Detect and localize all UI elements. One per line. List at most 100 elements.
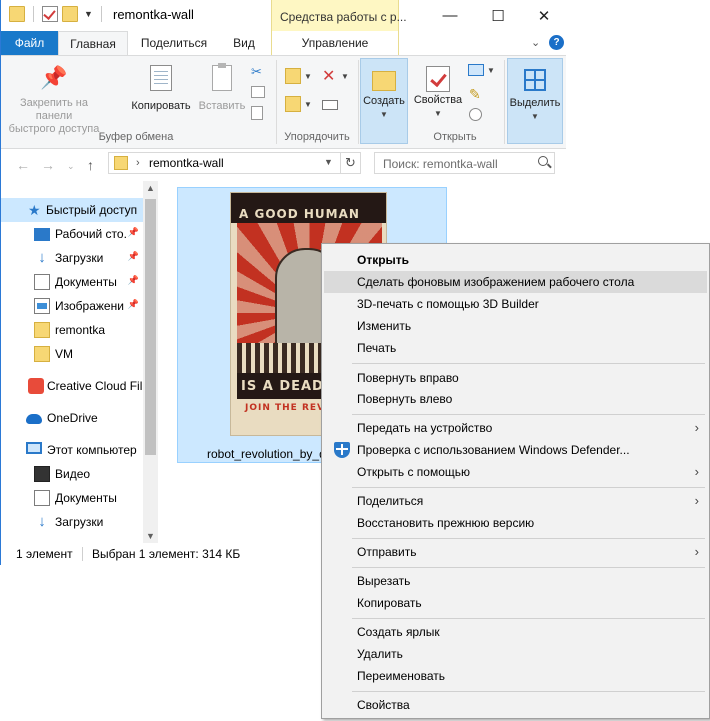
- menu-item-open-with[interactable]: Открыть с помощью ›: [324, 461, 707, 483]
- history-icon[interactable]: [469, 108, 482, 121]
- chevron-right-icon[interactable]: ›: [136, 157, 140, 169]
- nav-item-desktop[interactable]: Рабочий сто. 📌: [1, 222, 143, 246]
- nav-item-label: Creative Cloud Fil: [47, 379, 143, 393]
- tab-file[interactable]: Файл: [1, 31, 58, 55]
- pin-quick-access-button[interactable]: 📌 Закрепить на панели быстрого доступа: [7, 62, 101, 136]
- nav-item-label: Загрузки: [55, 251, 104, 265]
- menu-item-open[interactable]: Открыть: [324, 249, 707, 271]
- edit-icon[interactable]: ✎: [469, 86, 485, 102]
- address-path[interactable]: remontka-wall: [149, 156, 224, 170]
- copy-path-icon[interactable]: [251, 86, 265, 98]
- open-group-label: Открыть: [433, 131, 477, 143]
- menu-item-print[interactable]: Печать: [324, 337, 707, 359]
- cut-icon[interactable]: ✂: [251, 64, 267, 80]
- nav-scrollbar[interactable]: ▲ ▼: [143, 181, 158, 543]
- copy-button[interactable]: Копировать: [127, 62, 195, 113]
- nav-item-quick-access[interactable]: ★ Быстрый доступ: [1, 198, 143, 222]
- move-to-icon[interactable]: [285, 68, 301, 84]
- nav-item-downloads[interactable]: ↓ Загрузки 📌: [1, 246, 143, 270]
- forward-arrow-icon[interactable]: →: [41, 157, 55, 173]
- selection-info: Выбран 1 элемент: 314 КБ: [92, 547, 241, 561]
- nav-item-creative-cloud[interactable]: Creative Cloud Fil: [1, 374, 143, 398]
- new-folder-icon[interactable]: [62, 6, 78, 22]
- nav-item-pictures[interactable]: Изображени 📌: [1, 294, 143, 318]
- scrollbar-thumb[interactable]: [145, 199, 156, 455]
- tab-manage[interactable]: Управление: [271, 31, 399, 55]
- ribbon-collapse-icon[interactable]: ⌄: [531, 36, 540, 49]
- open-icon[interactable]: [468, 64, 484, 76]
- chevron-right-icon: ›: [694, 544, 699, 559]
- nav-item-label: Рабочий сто.: [55, 227, 127, 241]
- new-item-button[interactable]: Создать ▼: [360, 58, 408, 144]
- maximize-button[interactable]: ☐: [475, 0, 521, 31]
- chevron-down-icon[interactable]: ▼: [84, 9, 93, 19]
- recent-locations-icon[interactable]: ⌄: [67, 161, 75, 172]
- chevron-down-icon[interactable]: ▼: [487, 66, 495, 75]
- nav-item-documents-pc[interactable]: Документы: [1, 486, 143, 510]
- menu-item-label: Повернуть влево: [357, 392, 453, 406]
- onedrive-icon: [26, 414, 42, 424]
- nav-item-label: Изображени: [55, 299, 124, 313]
- ribbon-tabs: Файл Главная Поделиться Вид Управление ⌄: [1, 31, 566, 55]
- refresh-button[interactable]: ↻: [341, 152, 361, 174]
- nav-item-label: Загрузки: [55, 515, 104, 529]
- scroll-down-icon[interactable]: ▼: [146, 531, 155, 541]
- nav-item-downloads-pc[interactable]: ↓ Загрузки: [1, 510, 143, 534]
- close-button[interactable]: ✕: [521, 0, 567, 31]
- menu-item-rotate-right[interactable]: Повернуть вправо: [324, 367, 707, 389]
- up-arrow-icon[interactable]: ↑: [87, 157, 94, 173]
- rename-icon[interactable]: [322, 100, 338, 110]
- help-button[interactable]: ?: [549, 35, 564, 50]
- chevron-right-icon: ›: [694, 464, 699, 479]
- menu-item-rotate-left[interactable]: Повернуть влево: [324, 388, 707, 410]
- nav-item-label: remontka: [55, 323, 106, 337]
- tab-share[interactable]: Поделиться: [134, 31, 214, 55]
- chevron-down-icon[interactable]: ▼: [304, 72, 312, 81]
- scroll-up-icon[interactable]: ▲: [146, 183, 155, 193]
- chevron-down-icon[interactable]: ▼: [341, 72, 349, 81]
- menu-item-delete[interactable]: Удалить: [324, 643, 707, 665]
- copy-to-icon[interactable]: [285, 96, 301, 112]
- menu-item-defender-scan[interactable]: Проверка с использованием Windows Defend…: [324, 439, 707, 461]
- menu-item-create-shortcut[interactable]: Создать ярлык: [324, 621, 707, 643]
- nav-item-remontka[interactable]: remontka: [1, 318, 143, 342]
- menu-item-set-wallpaper[interactable]: Сделать фоновым изображением рабочего ст…: [324, 271, 707, 293]
- folder-icon: [34, 322, 50, 338]
- menu-item-share[interactable]: Поделиться ›: [324, 490, 707, 512]
- menu-item-rename[interactable]: Переименовать: [324, 665, 707, 687]
- nav-item-this-pc[interactable]: Этот компьютер: [1, 438, 143, 462]
- search-input[interactable]: Поиск: remontka-wall: [374, 152, 555, 174]
- tab-view[interactable]: Вид: [221, 31, 267, 55]
- nav-item-onedrive[interactable]: OneDrive: [1, 406, 143, 430]
- menu-item-restore-version[interactable]: Восстановить прежнюю версию: [324, 512, 707, 534]
- nav-item-vm[interactable]: VM: [1, 342, 143, 366]
- address-bar[interactable]: › remontka-wall ▼: [108, 152, 341, 174]
- star-icon: ★: [28, 202, 41, 218]
- chevron-down-icon[interactable]: ▼: [324, 157, 333, 167]
- menu-item-edit[interactable]: Изменить: [324, 315, 707, 337]
- pin-icon: 📌: [127, 227, 139, 237]
- file-name[interactable]: robot_revolution_by_d: [207, 447, 326, 461]
- menu-item-3d-print[interactable]: 3D-печать с помощью 3D Builder: [324, 293, 707, 315]
- menu-item-cut[interactable]: Вырезать: [324, 570, 707, 592]
- folder-icon: [114, 156, 128, 170]
- menu-item-copy[interactable]: Копировать: [324, 592, 707, 614]
- nav-item-documents[interactable]: Документы 📌: [1, 270, 143, 294]
- menu-item-properties[interactable]: Свойства: [324, 694, 707, 716]
- copy-icon: [145, 65, 177, 97]
- tab-home[interactable]: Главная: [58, 31, 128, 55]
- minimize-button[interactable]: —: [427, 0, 473, 31]
- properties-icon[interactable]: [42, 6, 58, 22]
- pictures-icon: [34, 298, 50, 314]
- download-icon: ↓: [38, 513, 46, 530]
- select-button[interactable]: Выделить ▼: [507, 58, 563, 144]
- properties-button[interactable]: Свойства ▼: [411, 62, 465, 120]
- menu-item-send-to[interactable]: Отправить ›: [324, 541, 707, 563]
- menu-item-cast[interactable]: Передать на устройство ›: [324, 417, 707, 439]
- paste-shortcut-icon[interactable]: [251, 106, 263, 120]
- paste-button[interactable]: Вставить: [194, 62, 250, 113]
- nav-item-video[interactable]: Видео: [1, 462, 143, 486]
- delete-icon[interactable]: ✕: [322, 66, 338, 85]
- chevron-down-icon[interactable]: ▼: [304, 100, 312, 109]
- back-arrow-icon[interactable]: ←: [16, 157, 30, 173]
